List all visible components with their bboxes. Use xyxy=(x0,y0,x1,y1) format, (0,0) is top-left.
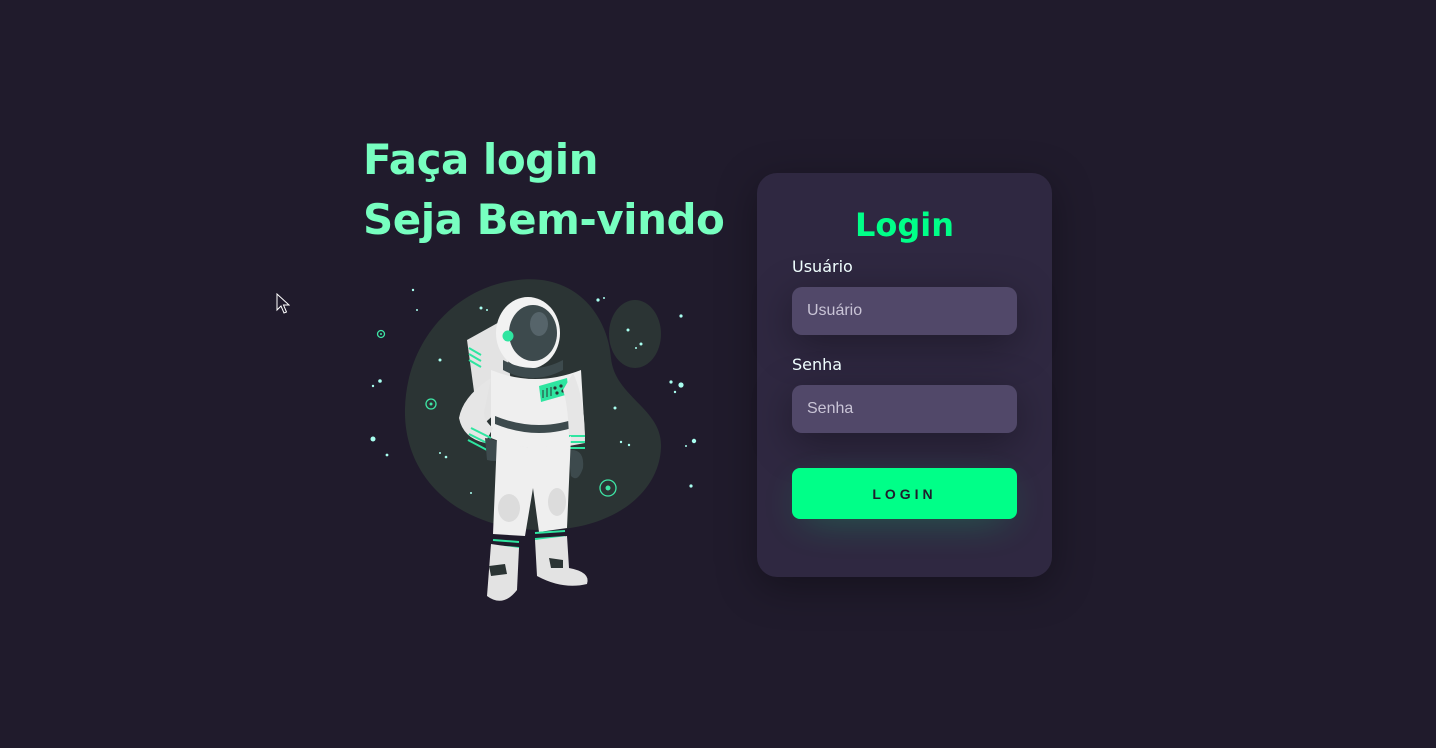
headline-login: Faça login xyxy=(363,135,599,184)
login-card: Login Usuário Senha Login xyxy=(757,173,1052,577)
small-blob xyxy=(609,300,661,368)
card-title: Login xyxy=(854,206,955,244)
mouse-cursor-icon xyxy=(276,293,290,314)
welcome-section: Faça login Seja Bem-vindo xyxy=(363,130,725,250)
username-input[interactable] xyxy=(792,287,1017,335)
login-page: Faça login Seja Bem-vindo Login Usuário … xyxy=(0,0,1436,748)
headline-welcome: Seja Bem-vindo xyxy=(363,195,725,244)
astronaut-illustration xyxy=(370,279,697,601)
username-label: Usuário xyxy=(792,257,853,276)
password-label: Senha xyxy=(792,355,843,374)
login-button[interactable]: Login xyxy=(792,468,1017,519)
password-input[interactable] xyxy=(792,385,1017,433)
